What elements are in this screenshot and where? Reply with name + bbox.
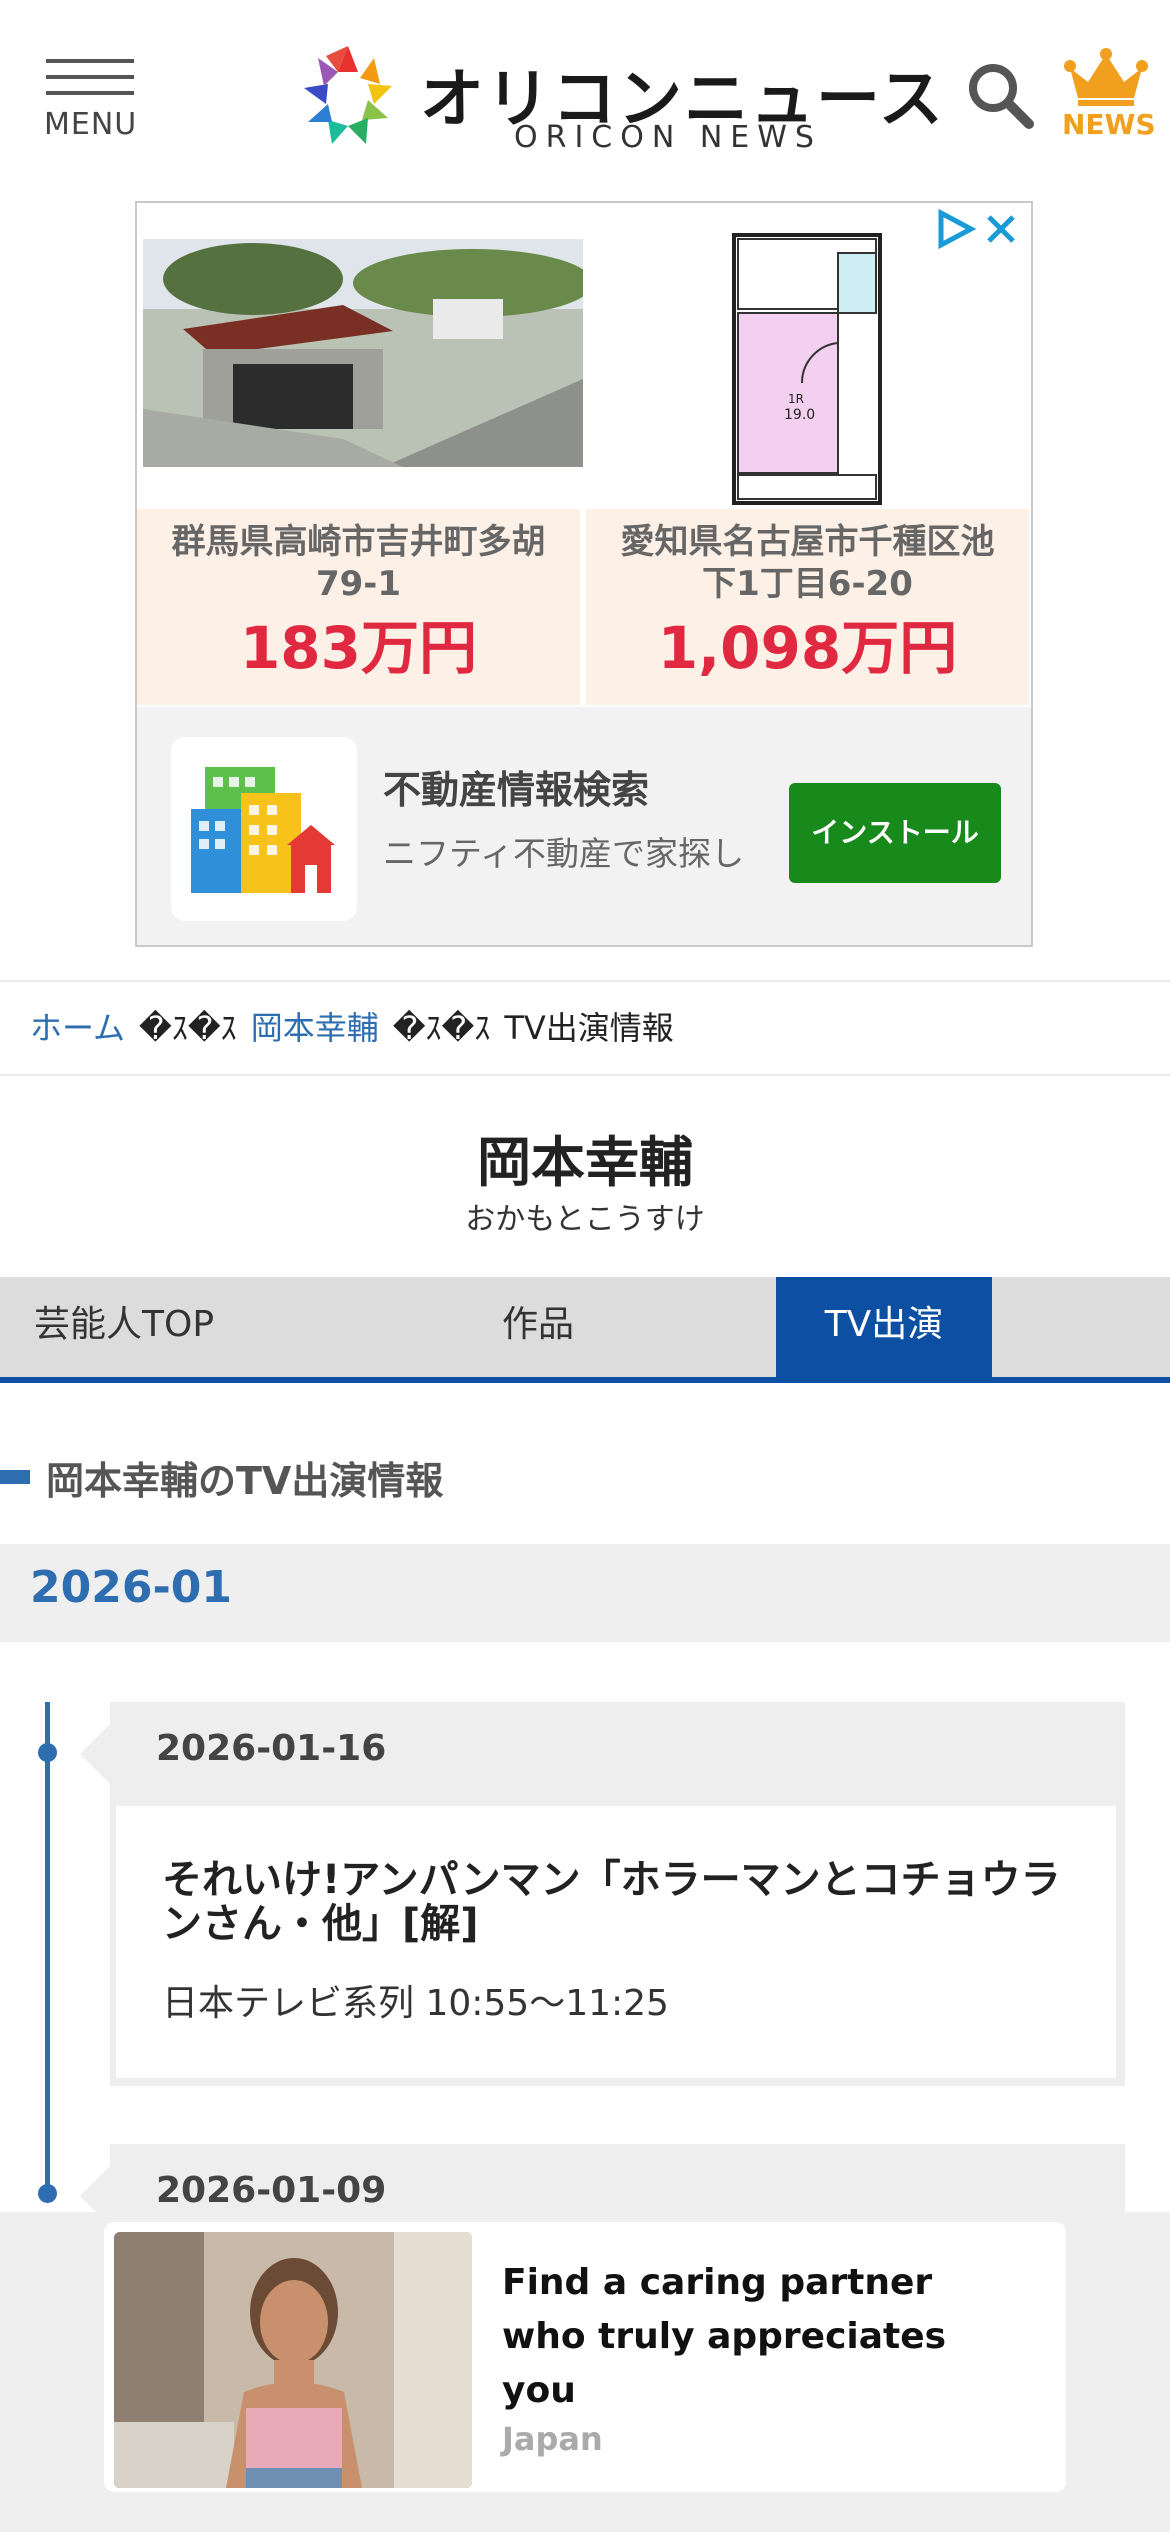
tab-celebrity-top[interactable]: 芸能人TOP [34, 1277, 214, 1377]
site-header: MENU オリコンニュース ORICON NEWS NEWS [0, 0, 1170, 190]
profile-tabs: 芸能人TOP 作品 TV出演 [0, 1277, 1170, 1383]
breadcrumb-person-link[interactable]: 岡本幸輔 [251, 1009, 379, 1047]
program-title: それいけ!アンパンマン「ホラーマンとコチョウランさん・他」[解] [162, 1857, 1061, 1947]
listing-address: 愛知県名古屋市千種区池 下1丁目6-20 [586, 521, 1029, 605]
ad-source: Japan [502, 2420, 603, 2458]
listing-card[interactable]: 群馬県高崎市吉井町多胡 79-1 183万円 [137, 509, 580, 705]
listing-card[interactable]: 愛知県名古屋市千種区池 下1丁目6-20 1,098万円 [586, 509, 1029, 705]
floorplan-drawing: 1R 19.0 [732, 233, 882, 505]
listing-address-line: 79-1 [315, 564, 402, 604]
listing-address: 群馬県高崎市吉井町多胡 79-1 [137, 521, 580, 605]
ad-headline: Find a caring partner who truly apprecia… [502, 2262, 947, 2411]
menu-icon-bar [46, 75, 134, 79]
month-header: 2026-01 [0, 1544, 1170, 1642]
news-label: NEWS [1062, 108, 1156, 141]
ad-photo-image [114, 2232, 472, 2488]
page-title-kana: おかもとこうすけ [465, 1202, 705, 1237]
tv-entry-card[interactable]: それいけ!アンパンマン「ホラーマンとコチョウランさん・他」[解] 日本テレビ系列… [116, 1806, 1116, 2078]
listing-address-line: 下1丁目6-20 [702, 564, 913, 604]
breadcrumb: ホーム �ｽ�ｽ 岡本幸輔 �ｽ�ｽ TV出演情報 [0, 980, 1170, 1076]
breadcrumb-separator: �ｽ�ｽ [139, 1009, 237, 1047]
tv-entry: それいけ!アンパンマン「ホラーマンとコチョウランさん・他」[解] 日本テレビ系列… [110, 1806, 1125, 2086]
oricon-news-logo[interactable]: オリコンニュース ORICON NEWS [296, 42, 943, 160]
timeline-line [45, 1702, 50, 2202]
listing-address-line: 愛知県名古屋市千種区池 [620, 522, 995, 562]
real-estate-ad[interactable]: 1R 19.0 群馬県高崎市吉井町多胡 79-1 183万円 愛知県名古屋市千種区… [135, 201, 1033, 947]
adchoices-close-icon [938, 208, 1015, 250]
menu-icon [46, 59, 134, 63]
search-icon [969, 64, 1034, 129]
oricon-logo-mark-icon [304, 46, 392, 144]
app-subtitle: ニフティ不動産で家探し [383, 834, 745, 873]
sponsored-ad[interactable]: Find a caring partner who truly apprecia… [104, 2222, 1066, 2492]
app-icon[interactable] [171, 737, 357, 921]
section-heading-marker [0, 1470, 30, 1484]
listing-address-line: 群馬県高崎市吉井町多胡 [171, 522, 546, 562]
listing-price: 183万円 [239, 614, 478, 682]
breadcrumb-current: TV出演情報 [504, 1009, 674, 1047]
floorplan-image[interactable]: 1R 19.0 [732, 233, 882, 505]
section-heading: 岡本幸輔のTV出演情報 [0, 1450, 1170, 1506]
ad-close-button[interactable] [933, 207, 1025, 251]
app-install-banner[interactable]: 不動産情報検索 ニフティ不動産で家探し インストール [137, 707, 1031, 945]
menu-label: MENU [44, 107, 138, 142]
section-heading-text: 岡本幸輔のTV出演情報 [46, 1459, 444, 1503]
svg-text:19.0: 19.0 [784, 407, 815, 423]
crown-icon [1064, 48, 1148, 106]
tab-works[interactable]: 作品 [502, 1277, 574, 1377]
property-photo[interactable] [143, 239, 583, 467]
tab-tv-appearances[interactable]: TV出演 [776, 1277, 992, 1377]
svg-text:1R: 1R [788, 392, 804, 406]
timeline-dot [38, 1743, 57, 1762]
breadcrumb-separator: �ｽ�ｽ [392, 1009, 491, 1047]
timeline-dot [38, 2184, 57, 2203]
entry-date: 2026-01-16 [156, 1728, 387, 1769]
install-button[interactable]: インストール [789, 783, 1001, 883]
app-title: 不動産情報検索 [383, 768, 650, 812]
news-button[interactable]: NEWS [1058, 48, 1156, 144]
logo-text-en: ORICON NEWS [514, 120, 822, 155]
program-station-time: 日本テレビ系列 10:55～11:25 [162, 1983, 669, 2024]
ad-photo[interactable] [114, 2232, 472, 2488]
entry-date: 2026-01-09 [156, 2170, 387, 2211]
buildings-icon [191, 767, 335, 893]
entry-date-header: 2026-01-16 [80, 1702, 1125, 1806]
menu-icon-bar [46, 91, 134, 95]
listing-price: 1,098万円 [657, 614, 958, 682]
property-photo-image [143, 239, 583, 467]
month-label: 2026-01 [30, 1562, 232, 1613]
search-button[interactable] [965, 60, 1037, 132]
menu-button[interactable]: MENU [44, 55, 136, 145]
breadcrumb-home-link[interactable]: ホーム [30, 1009, 125, 1047]
page-title: 岡本幸輔 [477, 1131, 693, 1194]
